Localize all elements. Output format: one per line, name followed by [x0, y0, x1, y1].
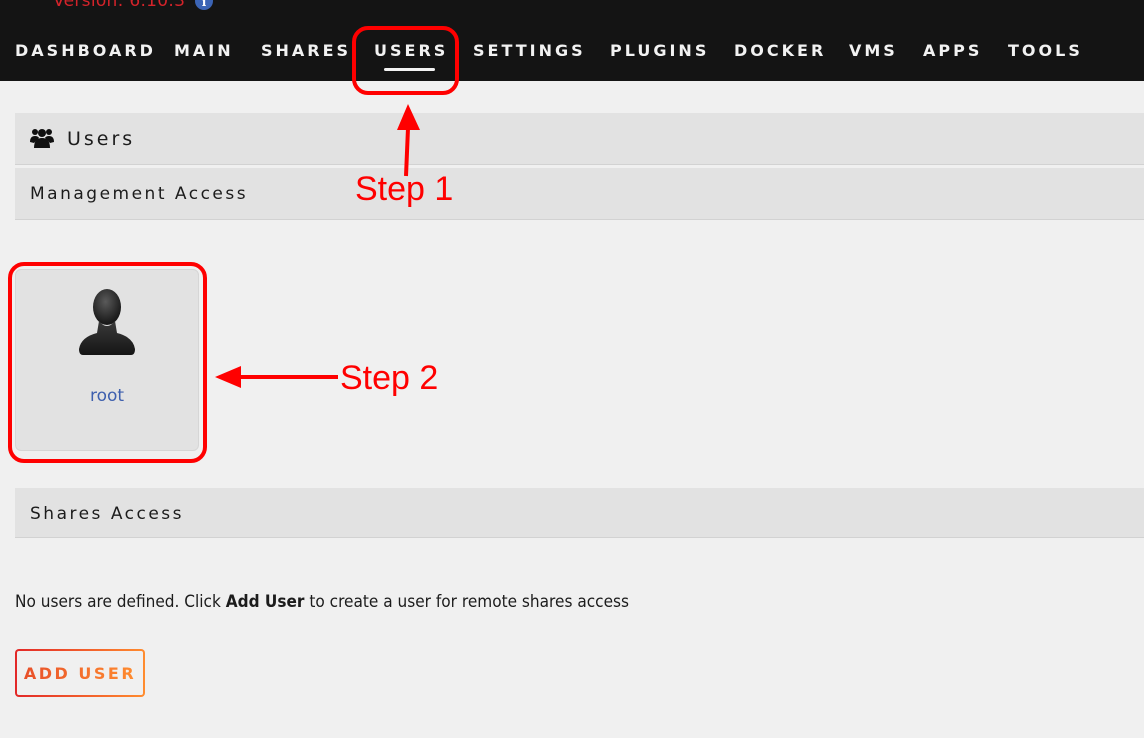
page-title-bar: Users — [15, 113, 1144, 165]
step2-arrow — [215, 366, 338, 388]
step2-label: Step 2 — [340, 359, 439, 397]
shares-access-header: Shares Access — [15, 488, 1144, 538]
no-users-message: No users are defined. Click Add User to … — [15, 592, 629, 611]
version-label: Version: 6.10.3 — [53, 0, 186, 11]
shares-access-label: Shares Access — [30, 504, 185, 524]
management-access-label: Management Access — [30, 184, 249, 204]
nav-tab-vms[interactable]: VMS — [849, 41, 898, 60]
management-access-header: Management Access — [15, 168, 1144, 220]
nav-tab-settings[interactable]: SETTINGS — [473, 41, 586, 60]
nav-tab-docker[interactable]: DOCKER — [734, 41, 826, 60]
nav-tab-tools[interactable]: TOOLS — [1008, 41, 1083, 60]
message-prefix: No users are defined. Click — [15, 592, 226, 611]
message-suffix: to create a user for remote shares acces… — [304, 592, 630, 611]
top-header: Version: 6.10.3 i DASHBOARD MAIN SHARES … — [0, 0, 1144, 81]
page-title: Users — [67, 128, 136, 150]
info-icon[interactable]: i — [195, 0, 213, 10]
message-bold: Add User — [225, 592, 305, 611]
nav-tab-main[interactable]: MAIN — [174, 41, 234, 60]
user-name-link[interactable]: root — [16, 386, 198, 406]
nav-tab-plugins[interactable]: PLUGINS — [610, 41, 709, 60]
nav-tab-shares[interactable]: SHARES — [261, 41, 351, 60]
user-tile-root[interactable]: root — [15, 269, 199, 451]
nav-tab-users[interactable]: USERS — [374, 41, 448, 71]
nav-tab-apps[interactable]: APPS — [923, 41, 982, 60]
add-user-button[interactable]: ADD USER — [15, 649, 145, 697]
users-icon — [30, 127, 54, 149]
step1-label: Step 1 — [355, 170, 454, 208]
nav-tab-dashboard[interactable]: DASHBOARD — [15, 41, 156, 60]
user-avatar-icon — [75, 287, 139, 359]
add-user-button-inner: ADD USER — [17, 651, 143, 695]
add-user-button-label: ADD USER — [23, 663, 137, 683]
